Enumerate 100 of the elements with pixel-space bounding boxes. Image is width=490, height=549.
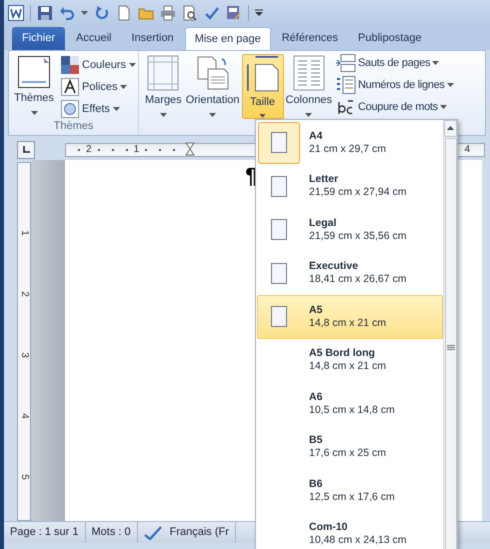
size-name: Com-10: [309, 521, 349, 534]
margins-icon: [147, 55, 180, 91]
caret-icon: [209, 112, 216, 116]
page-size-item[interactable]: Executive 18,41 cm x 26,67 cm: [257, 252, 443, 295]
caret-icon: [432, 61, 440, 65]
page-break-icon: [336, 54, 356, 72]
size-dimensions: 14,8 cm x 21 cm: [309, 360, 386, 374]
print-preview-icon[interactable]: [182, 5, 198, 21]
ruler-number: 4: [18, 413, 31, 419]
size-dimensions: 18,41 cm x 26,67 cm: [309, 273, 406, 286]
scrollbar[interactable]: [443, 120, 457, 549]
caret-icon: [120, 85, 128, 89]
page-icon: [271, 262, 287, 284]
undo-icon[interactable]: [59, 5, 75, 21]
themes-icon: [18, 56, 50, 88]
ribbon-menu-button[interactable]: Coupure de mots: [336, 98, 454, 116]
columns-icon: [292, 55, 325, 91]
proofing-check-icon[interactable]: [144, 526, 162, 540]
page-icon: [271, 132, 287, 154]
page-size-item[interactable]: B6 12,5 cm x 17,6 cm: [257, 469, 443, 512]
ribbon-menu-button[interactable]: Sauts de pages: [336, 54, 454, 72]
hyphenation-icon: [336, 98, 356, 116]
page-size-item[interactable]: Com-10 10,48 cm x 24,13 cm: [257, 512, 443, 549]
spelling-check-icon[interactable]: [204, 5, 220, 21]
ribbon-menu-button[interactable]: Effets: [61, 100, 136, 118]
group-label: Thèmes: [52, 119, 94, 134]
caret-icon: [440, 105, 447, 109]
save-icon[interactable]: [37, 5, 53, 21]
status-text[interactable]: Français (Fr: [170, 524, 229, 541]
ribbon-menu-button[interactable]: Polices: [61, 78, 136, 96]
ribbon-menu-button[interactable]: Couleurs: [61, 56, 136, 74]
font-icon: [61, 78, 79, 96]
caret-icon: [30, 110, 38, 114]
ruler-number: 5: [18, 474, 31, 480]
new-document-icon[interactable]: [116, 5, 132, 21]
ribbon-tab[interactable]: Mise en page: [184, 27, 271, 50]
status-text[interactable]: Page : 1 sur 1: [10, 524, 78, 541]
size-name: A5: [309, 304, 324, 317]
caret-icon: [81, 11, 88, 15]
ruler-number: 3: [18, 352, 31, 358]
size-dimensions: 21,59 cm x 27,94 cm: [309, 186, 406, 200]
status-text[interactable]: Mots : 0: [92, 524, 131, 541]
size-dimensions: 17,6 cm x 25 cm: [309, 447, 386, 460]
ribbon-tab[interactable]: Références: [272, 27, 347, 50]
ribbon-tab[interactable]: Accueil: [67, 27, 120, 50]
ribbon-large-button[interactable]: Colonnes: [284, 54, 334, 119]
ruler-number: 1: [134, 143, 140, 157]
size-name: B6: [309, 478, 324, 491]
page-size-item[interactable]: B5 17,6 cm x 25 cm: [257, 426, 443, 469]
customize-toolbar-icon[interactable]: [255, 9, 263, 17]
size-dimensions: 14,8 cm x 21 cm: [309, 316, 386, 330]
page-icon: [271, 306, 287, 328]
effects-icon: [61, 100, 79, 118]
caret-icon: [305, 112, 312, 116]
ruler-number: 4: [464, 143, 470, 157]
scroll-up-icon[interactable]: [444, 120, 457, 137]
page-size-item[interactable]: A6 10,5 cm x 14,8 cm: [257, 382, 443, 426]
size-name: Executive: [309, 260, 360, 274]
size-dimensions: 10,5 cm x 14,8 cm: [309, 404, 395, 417]
indent-marker[interactable]: [185, 142, 196, 158]
ruler-number: 2: [86, 143, 92, 157]
size-dimensions: 10,48 cm x 24,13 cm: [309, 534, 406, 548]
caret-icon: [129, 63, 136, 67]
caret-icon: [160, 112, 167, 116]
size-dimensions: 21,59 cm x 35,56 cm: [309, 230, 406, 243]
ribbon-tab[interactable]: Insertion: [122, 27, 183, 50]
size-name: A5 Bord long: [309, 347, 376, 360]
size-name: Legal: [309, 216, 338, 230]
page-size-item[interactable]: A5 Bord long 14,8 cm x 21 cm: [257, 338, 443, 382]
size-dimensions: 21 cm x 29,7 cm: [309, 142, 386, 156]
scroll-grip-icon: [446, 345, 454, 351]
ribbon-large-button[interactable]: Taille: [242, 54, 284, 119]
ribbon-large-button[interactable]: Orientation: [184, 54, 242, 119]
size-dimensions: 12,5 cm x 17,6 cm: [309, 490, 395, 504]
size-name: A6: [309, 390, 324, 404]
size-name: Letter: [309, 173, 340, 186]
page-icon: [271, 219, 287, 240]
page-size-item[interactable]: Legal 21,59 cm x 35,56 cm: [257, 208, 443, 252]
size-name: A4: [309, 130, 324, 143]
caret-icon: [446, 83, 454, 87]
printer-icon[interactable]: [160, 5, 176, 21]
color-palette-icon: [61, 56, 79, 74]
file-tab[interactable]: Fichier: [12, 27, 66, 50]
page-size-item[interactable]: A4 21 cm x 29,7 cm: [257, 121, 443, 164]
ribbon-tab[interactable]: Publipostage: [349, 27, 431, 50]
ribbon-menu-button[interactable]: Numéros de lignes: [336, 76, 454, 94]
redo-icon[interactable]: [94, 5, 110, 21]
line-numbers-icon: [336, 76, 356, 94]
size-name: B5: [309, 434, 324, 448]
ruler-number: 2: [18, 291, 31, 297]
ribbon-large-button[interactable]: Marges: [143, 54, 184, 119]
form-edit-icon[interactable]: [226, 5, 242, 21]
page-size-item[interactable]: A5 14,8 cm x 21 cm: [257, 295, 443, 338]
ruler-number: 1: [18, 230, 31, 236]
page-size-item[interactable]: Letter 21,59 cm x 27,94 cm: [257, 164, 443, 208]
caret-icon: [112, 107, 120, 111]
orientation-icon: [196, 55, 230, 91]
tab-selector[interactable]: [17, 140, 35, 158]
word-icon[interactable]: [8, 5, 24, 21]
themes-button[interactable]: Thèmes: [9, 56, 59, 118]
